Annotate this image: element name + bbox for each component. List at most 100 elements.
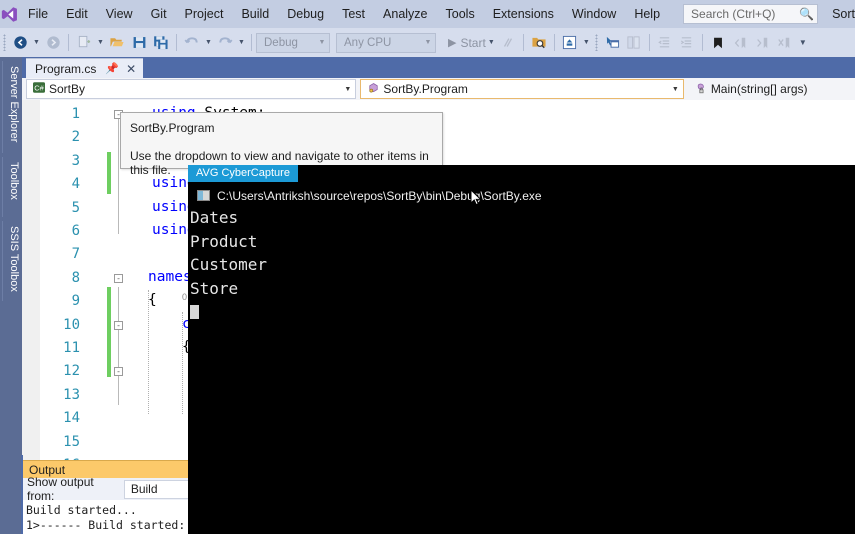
menu-tools[interactable]: Tools (437, 0, 484, 28)
console-line: Store (190, 278, 239, 298)
menu-debug[interactable]: Debug (278, 0, 333, 28)
menu-git[interactable]: Git (142, 0, 176, 28)
line-number: 10 (63, 316, 80, 333)
output-source-dropdown[interactable]: Build (123, 479, 189, 499)
menu-view[interactable]: View (97, 0, 142, 28)
sidebar-item-toolbox[interactable]: Toolbox (2, 157, 20, 217)
search-input[interactable]: Search (Ctrl+Q) 🔍 (683, 4, 819, 24)
search-icon: 🔍 (799, 7, 815, 21)
sidebar-item-server-explorer[interactable]: Server Explorer (2, 61, 20, 153)
solution-platform-value: Any CPU (344, 36, 392, 49)
undo-icon[interactable] (181, 31, 203, 54)
toolbar-grip[interactable] (0, 28, 9, 57)
chevron-down-icon[interactable]: ▼ (668, 86, 683, 93)
project-value: SortBy (49, 82, 86, 96)
toolbar-separator (553, 34, 555, 51)
console-title-bar[interactable]: C:\Users\Antriksh\source\repos\SortBy\bi… (188, 185, 855, 206)
navigate-back-dropdown-icon[interactable]: ▼ (31, 31, 42, 54)
output-panel-text[interactable]: Build started... 1>------ Build started:… (22, 500, 189, 534)
toolbar-separator (176, 34, 177, 51)
console-line: Customer (190, 255, 268, 274)
previous-bookmark-icon[interactable] (729, 31, 751, 54)
navigate-back-icon[interactable] (9, 31, 31, 54)
member-value: Main(string[] args) (710, 82, 808, 96)
tab-program-cs[interactable]: Program.cs 📌 ✕ (26, 58, 144, 78)
decrease-indent-icon[interactable] (654, 31, 676, 54)
pin-icon[interactable]: 📌 (105, 62, 119, 75)
bookmark-icon[interactable] (707, 31, 729, 54)
redo-dropdown-icon[interactable]: ▼ (236, 31, 247, 54)
menu-analyze[interactable]: Analyze (374, 0, 436, 28)
solution-configuration-dropdown[interactable]: Debug ▼ (256, 32, 330, 53)
collapse-toggle-icon[interactable]: - (114, 320, 123, 330)
console-window[interactable]: AVG CyberCapture C:\Users\Antriksh\sourc… (188, 165, 855, 534)
menu-edit[interactable]: Edit (57, 0, 97, 28)
menu-project[interactable]: Project (176, 0, 233, 28)
type-dropdown[interactable]: SortBy.Program ▼ (360, 79, 684, 99)
solution-platform-dropdown[interactable]: Any CPU ▼ (336, 32, 436, 53)
toolbar-grip[interactable] (592, 28, 601, 57)
menu-file[interactable]: File (19, 0, 57, 28)
chevron-down-icon: ▼ (424, 39, 432, 46)
start-dropdown-icon[interactable]: ▼ (486, 31, 497, 54)
toolbar-overflow-icon[interactable]: ▼ (795, 38, 811, 47)
new-window-icon[interactable] (601, 31, 623, 54)
menu-extensions[interactable]: Extensions (484, 0, 563, 28)
open-file-icon[interactable] (106, 31, 128, 54)
collapse-toggle-icon[interactable]: - (114, 367, 123, 377)
undo-dropdown-icon[interactable]: ▼ (203, 31, 214, 54)
output-source-value: Build (130, 482, 158, 496)
play-icon: ▶ (448, 37, 457, 49)
line-number: 7 (71, 246, 80, 263)
start-debug-button[interactable]: ▶ Start ▼ (442, 31, 497, 54)
line-number: 8 (71, 269, 80, 286)
save-all-icon[interactable] (150, 31, 172, 54)
toolbox-label: Toolbox (8, 162, 20, 200)
toolbar-separator (648, 34, 650, 51)
save-icon[interactable] (128, 31, 150, 54)
close-icon[interactable]: ✕ (126, 62, 136, 76)
sidebar-item-ssis-toolbox[interactable]: SSIS Toolbox (2, 221, 20, 301)
menu-test[interactable]: Test (333, 0, 374, 28)
increase-indent-icon[interactable] (676, 31, 698, 54)
menu-help[interactable]: Help (625, 0, 669, 28)
line-number: 11 (63, 340, 80, 356)
solution-explorer-search-icon[interactable] (528, 31, 550, 54)
output-line: Build started... (26, 503, 137, 517)
output-panel-toolbar: Show output from: Build (22, 475, 189, 503)
menu-build[interactable]: Build (232, 0, 278, 28)
preview-changes-icon[interactable] (559, 31, 581, 54)
server-explorer-label: Server Explorer (8, 66, 20, 143)
line-number: 4 (71, 176, 80, 193)
console-cursor-line (190, 300, 855, 324)
clear-bookmarks-icon[interactable] (773, 31, 795, 54)
preview-dropdown-icon[interactable]: ▼ (581, 31, 592, 54)
search-placeholder: Search (Ctrl+Q) (691, 7, 776, 21)
new-item-icon[interactable] (73, 31, 95, 54)
collapse-toggle-icon[interactable]: - (114, 273, 123, 283)
line-number: 1 (71, 106, 80, 122)
line-number: 6 (71, 223, 80, 239)
member-dropdown[interactable]: Main(string[] args) (687, 79, 855, 99)
navigate-forward-icon[interactable] (42, 31, 64, 54)
line-number: 13 (63, 386, 80, 403)
standard-toolbar: ▼ ▼ ▼ ▼ Debug ▼ Any CPU ▼ ▶ Start ▼ ▼ ▼ (0, 28, 855, 57)
show-output-from-label: Show output from: (27, 475, 94, 503)
project-dropdown[interactable]: C# SortBy ▼ (26, 79, 357, 99)
properties-icon[interactable] (623, 31, 645, 54)
line-number: 2 (71, 129, 80, 146)
toolbar-separator (522, 34, 524, 51)
redo-icon[interactable] (214, 31, 236, 54)
hot-reload-icon[interactable] (497, 31, 519, 54)
left-dock-strip: Server Explorer Toolbox SSIS Toolbox (0, 57, 22, 534)
output-line: 1>------ Build started: Pr (26, 518, 189, 532)
toolbar-separator (251, 34, 252, 51)
toolbar-separator (68, 34, 69, 51)
chevron-down-icon[interactable]: ▼ (340, 86, 355, 93)
output-panel: Output Show output from: Build Build sta… (22, 460, 189, 534)
menu-window[interactable]: Window (563, 0, 625, 28)
next-bookmark-icon[interactable] (751, 31, 773, 54)
console-title-label: C:\Users\Antriksh\source\repos\SortBy\bi… (217, 188, 542, 203)
line-number: 12 (63, 363, 80, 380)
new-item-dropdown-icon[interactable]: ▼ (95, 31, 106, 54)
